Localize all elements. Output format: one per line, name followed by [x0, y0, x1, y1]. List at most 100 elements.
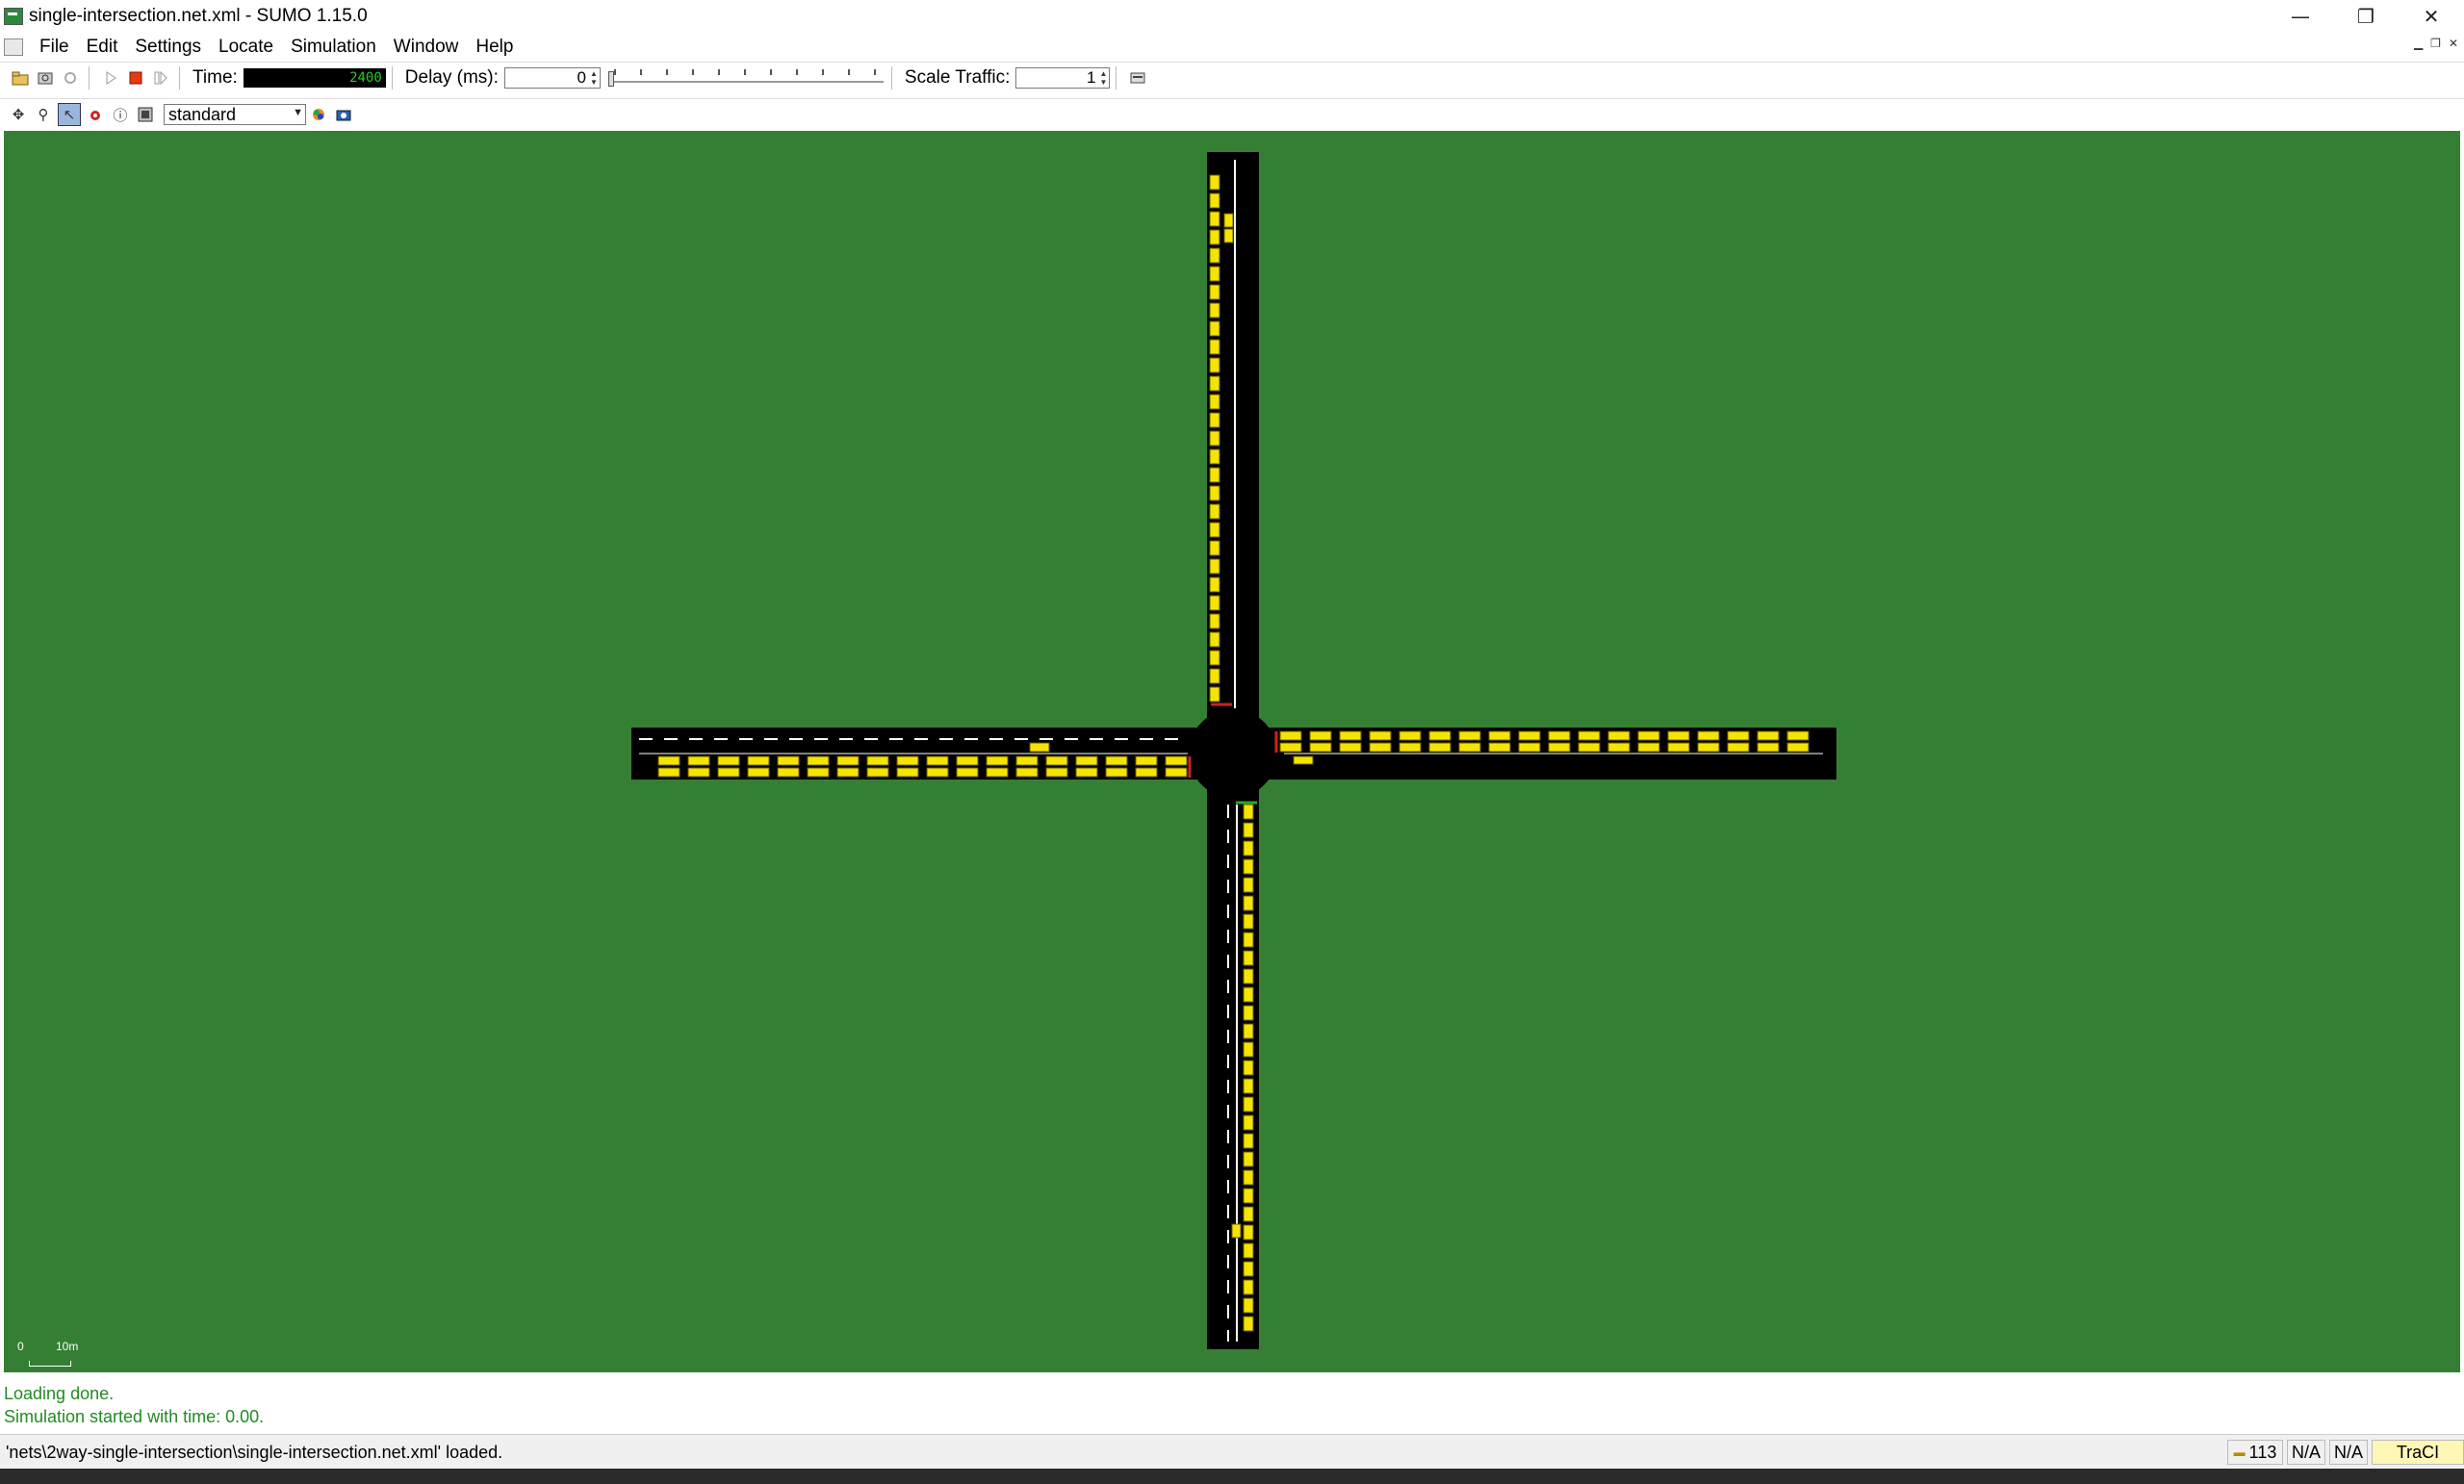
menu-locate[interactable]: Locate: [218, 37, 273, 58]
message-window: Loading done. Simulation started with ti…: [0, 1380, 2464, 1434]
vehicle: [1209, 576, 1220, 593]
coordinate-cell-1: N/A: [2287, 1440, 2325, 1465]
reload-icon[interactable]: [60, 67, 81, 89]
vehicle: [807, 755, 830, 766]
vehicle: [657, 755, 680, 766]
vehicle-icon: ▬: [2233, 1446, 2246, 1459]
locate-vehicle-icon[interactable]: [85, 104, 106, 125]
menu-edit[interactable]: Edit: [87, 37, 118, 58]
vehicle: [1786, 730, 1810, 741]
vehicle: [1243, 1133, 1254, 1149]
delay-value: 0: [577, 68, 586, 87]
zoom-icon[interactable]: ⚲: [33, 104, 54, 125]
step-icon[interactable]: [150, 67, 171, 89]
vehicle: [1135, 767, 1158, 778]
vehicle: [1209, 631, 1220, 648]
mdi-minimize-icon[interactable]: ▁: [2414, 37, 2423, 50]
delay-input[interactable]: 0 ▲ ▼: [503, 67, 601, 89]
vehicle: [1637, 730, 1660, 741]
scale-traffic-spinner-icon[interactable]: ▲ ▼: [1098, 69, 1108, 87]
minimize-button[interactable]: —: [2268, 0, 2333, 33]
vehicle: [687, 767, 710, 778]
vehicle: [1209, 266, 1220, 282]
vehicle: [1209, 192, 1220, 209]
menu-file[interactable]: File: [39, 37, 69, 58]
chevron-down-icon: ▼: [293, 107, 303, 118]
vehicle: [1607, 730, 1630, 741]
vehicle: [1637, 742, 1660, 753]
vehicle: [1243, 822, 1254, 838]
mdi-close-icon[interactable]: ✕: [2449, 37, 2458, 50]
mdi-restore-icon[interactable]: ❐: [2430, 37, 2441, 50]
scale-traffic-label: Scale Traffic:: [904, 67, 1011, 88]
reload-network-icon[interactable]: [35, 67, 56, 89]
vehicle: [687, 755, 710, 766]
scale-traffic-input[interactable]: 1 ▲ ▼: [1015, 67, 1111, 89]
window-controls: — ❐ ✕: [2268, 0, 2464, 33]
mdi-system-menu-icon[interactable]: [4, 38, 23, 56]
vehicle: [1209, 412, 1220, 428]
vehicle: [956, 767, 979, 778]
vehicle: [866, 755, 889, 766]
vehicle: [1428, 730, 1451, 741]
tooltip-icon[interactable]: ⓘ: [110, 104, 131, 125]
edit-viewport-icon[interactable]: [135, 104, 156, 125]
close-button[interactable]: ✕: [2399, 0, 2464, 33]
menu-help[interactable]: Help: [475, 37, 513, 58]
slider-thumb[interactable]: [607, 71, 614, 87]
vehicle: [1279, 730, 1302, 741]
vehicle: [1243, 840, 1254, 857]
vehicle: [1243, 804, 1254, 820]
vehicle: [1518, 742, 1541, 753]
scale-label: 10m: [56, 1340, 79, 1353]
vehicle: [1223, 228, 1234, 243]
open-folder-icon[interactable]: [10, 67, 31, 89]
select-pointer-icon[interactable]: ↖: [58, 103, 81, 126]
scheme-value: standard: [168, 104, 237, 124]
vehicle: [1518, 730, 1541, 741]
vehicle-count: 113: [2248, 1442, 2277, 1462]
vehicle: [1243, 1041, 1254, 1058]
vehicle: [1209, 357, 1220, 373]
delay-slider[interactable]: [606, 67, 886, 89]
vehicle: [1243, 950, 1254, 966]
vehicle: [747, 755, 770, 766]
vehicle-count-cell: ▬ 113: [2227, 1440, 2283, 1465]
vehicle: [1209, 540, 1220, 556]
menu-simulation[interactable]: Simulation: [291, 37, 376, 58]
recenter-view-icon[interactable]: ✥: [8, 104, 29, 125]
vehicle: [1209, 595, 1220, 611]
vehicle: [1243, 1224, 1254, 1241]
status-message: 'nets\2way-single-intersection\single-in…: [6, 1442, 503, 1462]
delay-spinner-icon[interactable]: ▲ ▼: [589, 69, 599, 87]
toolbar-separator: [89, 66, 92, 90]
stop-icon[interactable]: [125, 67, 146, 89]
screenshot-icon[interactable]: [333, 104, 354, 125]
play-icon[interactable]: [100, 67, 121, 89]
vehicle: [1209, 302, 1220, 319]
vehicle: [1243, 858, 1254, 875]
vehicle: [1209, 467, 1220, 483]
menu-window[interactable]: Window: [394, 37, 459, 58]
vehicle: [657, 767, 680, 778]
vehicle: [1029, 742, 1050, 753]
traffic-scale-icon[interactable]: [1127, 67, 1148, 89]
vehicle: [1209, 650, 1220, 666]
vehicle: [1369, 742, 1392, 753]
vehicle: [926, 767, 949, 778]
vehicle: [866, 767, 889, 778]
vehicle: [1045, 767, 1068, 778]
vehicle: [777, 767, 800, 778]
edit-coloring-icon[interactable]: [308, 104, 329, 125]
menu-settings[interactable]: Settings: [135, 37, 201, 58]
vehicle: [956, 755, 979, 766]
vehicle: [1209, 339, 1220, 355]
visualization-scheme-select[interactable]: standard ▼: [164, 104, 306, 125]
simulation-canvas[interactable]: 0 10m: [4, 131, 2460, 1372]
vehicle: [1243, 1316, 1254, 1332]
vehicle: [1209, 503, 1220, 520]
coordinate-cell-2: N/A: [2329, 1440, 2368, 1465]
vehicle: [1105, 755, 1128, 766]
vehicle: [1075, 755, 1098, 766]
restore-button[interactable]: ❐: [2333, 0, 2399, 33]
